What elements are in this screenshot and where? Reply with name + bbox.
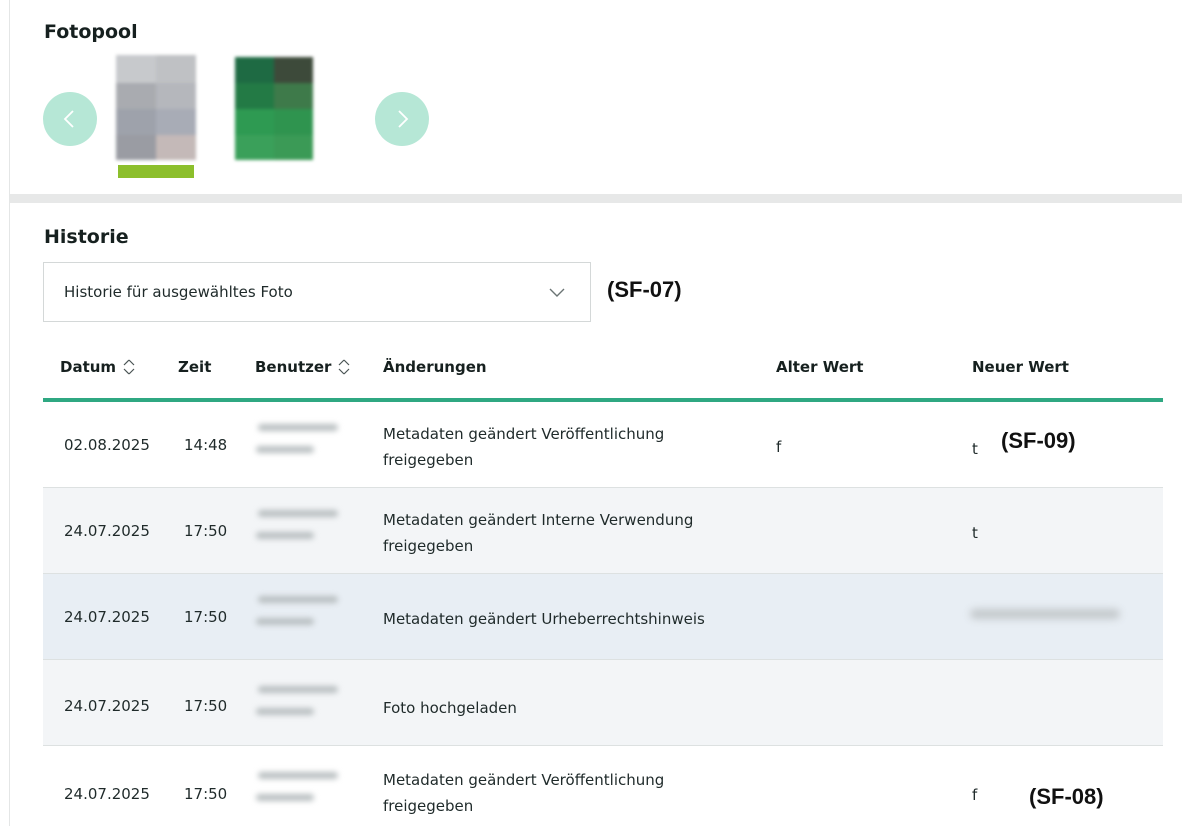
table-row: 02.08.2025 14:48 Metadaten geändert Verö… <box>43 402 1163 488</box>
cell-datum: 24.07.2025 <box>64 608 150 626</box>
annotation-sf-07: (SF-07) <box>607 277 682 302</box>
photo-thumbnail-1-selected[interactable] <box>116 55 196 160</box>
table-row: 24.07.2025 17:50 Metadaten geändert Verö… <box>43 746 1163 826</box>
history-table-header: Datum Zeit Benutzer Änderungen Alter Wer… <box>43 348 1163 400</box>
cell-aenderung-line1: Metadaten geändert Urheberrechtshinweis <box>383 610 705 628</box>
carousel-prev-button[interactable] <box>43 92 97 146</box>
history-filter-select[interactable]: Historie für ausgewähltes Foto <box>43 262 591 322</box>
history-filter-value: Historie für ausgewähltes Foto <box>64 283 293 301</box>
cell-zeit: 14:48 <box>184 436 228 454</box>
cell-alter-wert: f <box>776 438 782 456</box>
col-datum-label: Datum <box>60 358 117 376</box>
chevron-left-icon <box>63 110 74 128</box>
col-datum-header[interactable]: Datum <box>60 358 136 376</box>
cell-benutzer-redacted <box>254 592 344 642</box>
cell-datum: 24.07.2025 <box>64 785 150 803</box>
table-row: 24.07.2025 17:50 Foto hochgeladen <box>43 660 1163 746</box>
cell-aenderung-line1: Metadaten geändert Veröffentlichung <box>383 771 665 789</box>
col-aenderungen-label: Änderungen <box>383 358 487 376</box>
table-row: 24.07.2025 17:50 Metadaten geändert Inte… <box>43 488 1163 574</box>
carousel-next-button[interactable] <box>375 92 429 146</box>
photo-thumbnail-2[interactable] <box>235 57 313 160</box>
fotopool-title: Fotopool <box>44 21 138 43</box>
cell-neuer-wert: t <box>972 524 978 542</box>
cell-aenderung-line1: Metadaten geändert Interne Verwendung <box>383 511 694 529</box>
annotation-sf-08: (SF-08) <box>1029 784 1104 809</box>
cell-benutzer-redacted <box>254 420 344 470</box>
sort-icon[interactable] <box>337 359 351 375</box>
section-divider <box>10 194 1182 203</box>
annotation-sf-09: (SF-09) <box>1001 428 1076 453</box>
selected-photo-indicator <box>118 165 194 178</box>
cell-aenderung-line2: freigegeben <box>383 451 474 469</box>
cell-benutzer-redacted <box>254 678 344 728</box>
col-neuer-wert-header: Neuer Wert <box>972 358 1069 376</box>
col-aenderungen-header: Änderungen <box>383 358 487 376</box>
table-row: 24.07.2025 17:50 Metadaten geändert Urhe… <box>43 574 1163 660</box>
sort-icon[interactable] <box>122 359 136 375</box>
cell-aenderung-line1: Metadaten geändert Veröffentlichung <box>383 425 665 443</box>
col-neuer-wert-label: Neuer Wert <box>972 358 1069 376</box>
page-left-border <box>9 0 10 826</box>
cell-datum: 24.07.2025 <box>64 697 150 715</box>
historie-title: Historie <box>44 226 129 248</box>
cell-neuer-wert: t <box>972 440 978 458</box>
cell-neuer-wert: f <box>972 786 978 804</box>
chevron-down-icon <box>549 288 565 297</box>
cell-aenderung-line2: freigegeben <box>383 797 474 815</box>
cell-aenderung-line1: Foto hochgeladen <box>383 699 517 717</box>
cell-datum: 02.08.2025 <box>64 436 150 454</box>
cell-zeit: 17:50 <box>184 697 228 715</box>
cell-benutzer-redacted <box>254 506 344 556</box>
cell-datum: 24.07.2025 <box>64 522 150 540</box>
col-alter-wert-header: Alter Wert <box>776 358 863 376</box>
cell-neuer-wert-redacted <box>970 609 1120 619</box>
col-zeit-header: Zeit <box>178 358 211 376</box>
cell-zeit: 17:50 <box>184 785 228 803</box>
chevron-right-icon <box>398 110 409 128</box>
col-benutzer-label: Benutzer <box>255 358 332 376</box>
cell-benutzer-redacted <box>254 768 344 818</box>
cell-aenderung-line2: freigegeben <box>383 537 474 555</box>
col-alter-wert-label: Alter Wert <box>776 358 864 376</box>
col-benutzer-header[interactable]: Benutzer <box>255 358 351 376</box>
col-zeit-label: Zeit <box>178 358 212 376</box>
cell-zeit: 17:50 <box>184 608 228 626</box>
cell-zeit: 17:50 <box>184 522 228 540</box>
